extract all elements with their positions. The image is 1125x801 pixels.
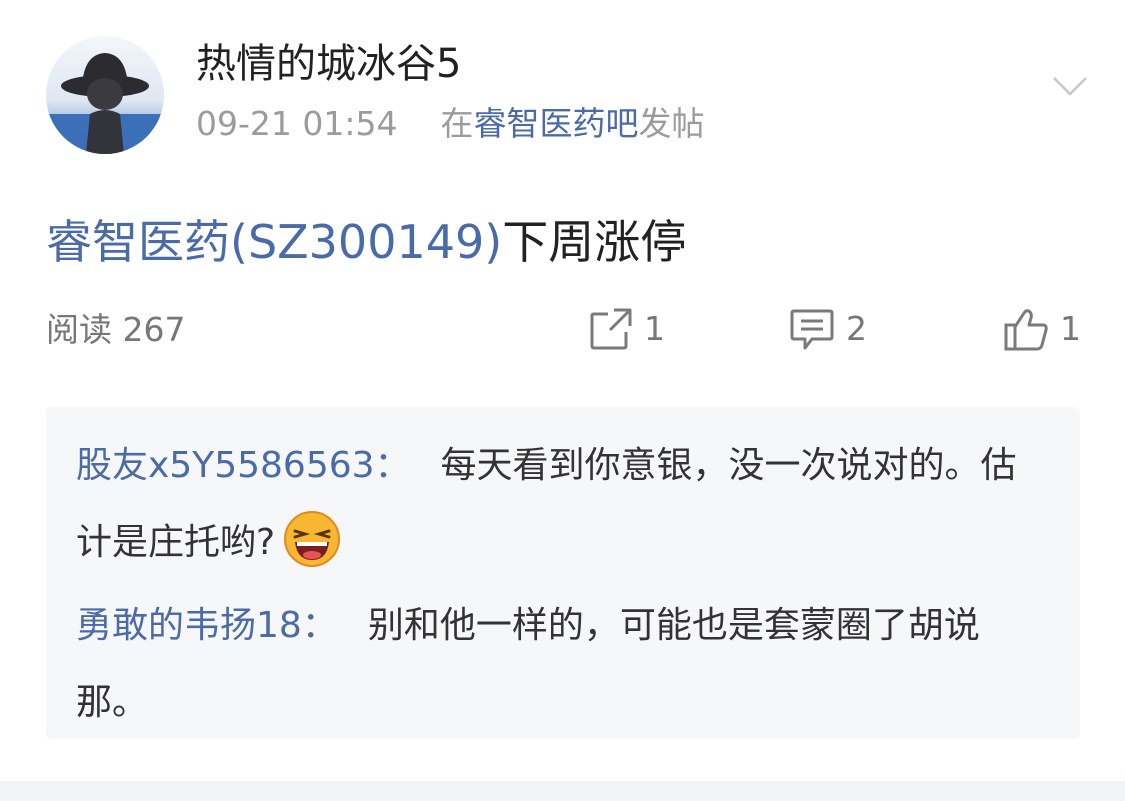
comment-button[interactable]: 2: [788, 304, 867, 354]
post-title[interactable]: 睿智医药(SZ300149)下周涨停: [46, 212, 686, 272]
laughing-emoji-icon: [283, 510, 341, 568]
like-count: 1: [1060, 309, 1081, 348]
comment-author[interactable]: 勇敢的韦扬18：: [76, 605, 338, 646]
like-button[interactable]: 1: [1002, 304, 1081, 354]
forum-link[interactable]: 睿智医药吧: [473, 104, 638, 143]
comment-icon: [788, 305, 836, 353]
thumbs-up-icon: [1002, 305, 1050, 353]
post-datetime: 09-21 01:54: [196, 104, 398, 143]
title-text: 下周涨停: [502, 215, 687, 269]
comment-count: 2: [846, 309, 867, 348]
comment-item[interactable]: 勇敢的韦扬18： 别和他一样的，可能也是套蒙圈了胡说那。: [76, 587, 1036, 741]
share-count: 1: [644, 309, 665, 348]
section-divider: [0, 781, 1125, 801]
post-meta: 09-21 01:54 在睿智医药吧发帖: [196, 104, 704, 144]
comment-preview-box[interactable]: 股友x5Y5586563： 每天看到你意银，没一次说对的。估计是庄托哟? 勇敢的韦…: [46, 407, 1080, 739]
post-page: 热情的城冰谷5 09-21 01:54 在睿智医药吧发帖 睿智医药(SZ3001…: [0, 0, 1125, 801]
author-name[interactable]: 热情的城冰谷5: [196, 40, 461, 88]
comment-item[interactable]: 股友x5Y5586563： 每天看到你意银，没一次说对的。估计是庄托哟?: [76, 427, 1036, 581]
comment-author[interactable]: 股友x5Y5586563：: [76, 445, 411, 486]
share-icon: [588, 306, 634, 352]
stock-link[interactable]: 睿智医药(SZ300149): [46, 215, 502, 269]
chevron-down-icon[interactable]: [1050, 66, 1090, 106]
in-label: 在: [440, 104, 474, 143]
share-button[interactable]: 1: [588, 304, 665, 354]
post-suffix: 发帖: [638, 104, 705, 143]
read-count: 阅读 267: [46, 310, 186, 349]
author-avatar[interactable]: [46, 36, 164, 154]
